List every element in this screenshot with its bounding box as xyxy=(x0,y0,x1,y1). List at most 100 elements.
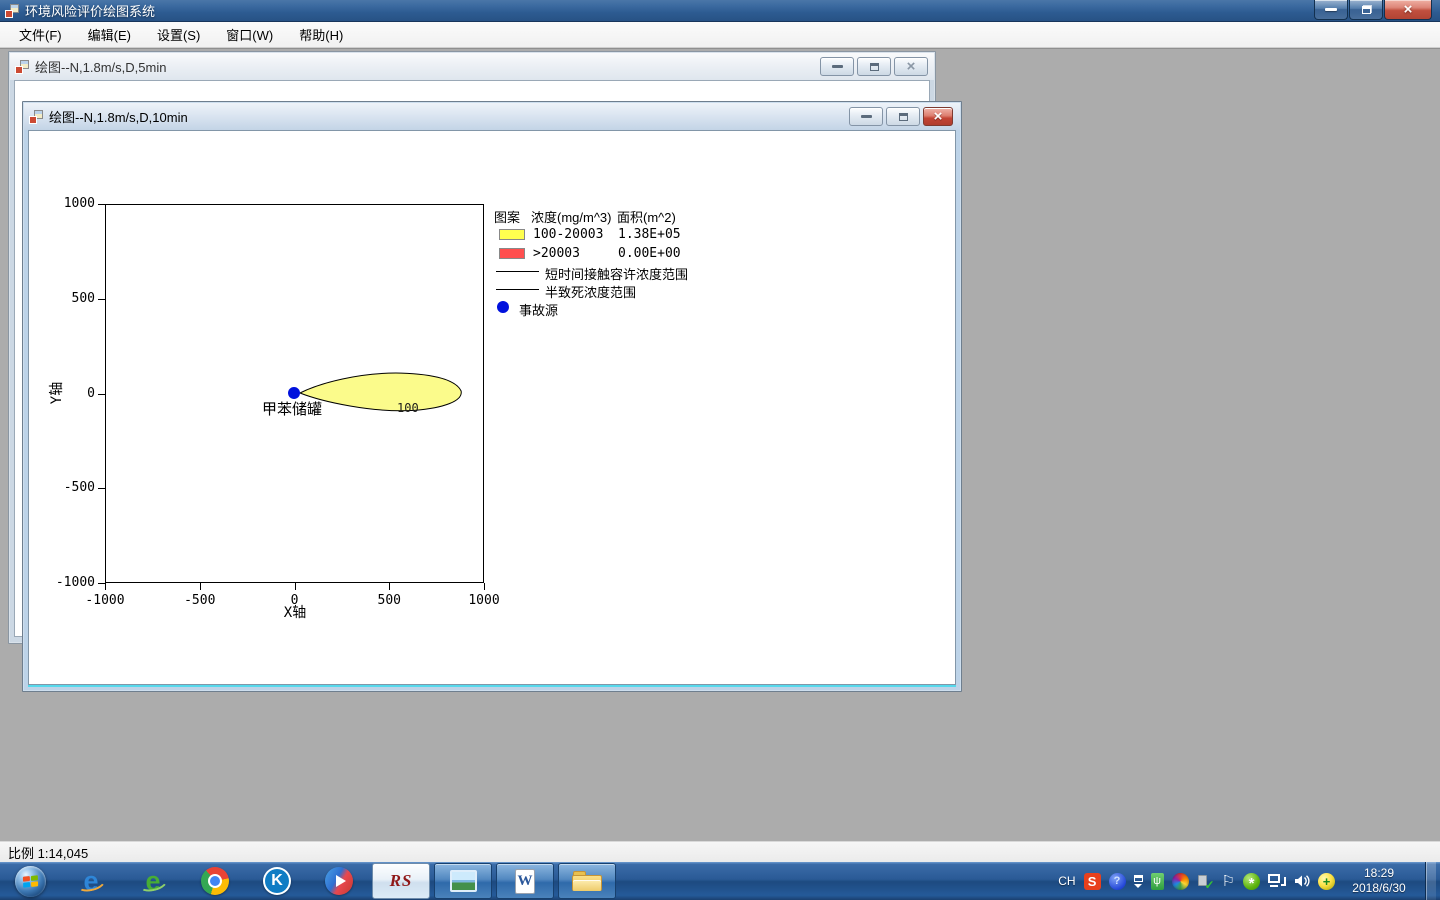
safely-remove-hardware-icon[interactable]: ✓ xyxy=(1197,873,1215,892)
y-tick-mark xyxy=(98,488,105,490)
taskbar: e e K RS W CH S ? ψ ✓ ⚐ * + 18:29 2018/6… xyxy=(0,862,1440,900)
network-icon[interactable] xyxy=(1268,873,1286,889)
minimize-icon xyxy=(831,65,843,68)
rs-app-icon: RS xyxy=(389,871,413,890)
window-10min-title: 绘图--N,1.8m/s,D,10min xyxy=(49,110,188,125)
volume-icon[interactable] xyxy=(1294,873,1310,889)
app-close-button[interactable]: × xyxy=(1384,0,1432,20)
mdi-area: 绘图--N,1.8m/s,D,5min × 绘图--N,1.8m/s,D,10m… xyxy=(0,48,1440,841)
plot-area xyxy=(105,204,484,583)
app-minimize-button[interactable] xyxy=(1314,0,1348,20)
y-tick-mark xyxy=(98,204,105,205)
window-10min-maximize-button[interactable] xyxy=(886,107,920,126)
legend-area-2: 0.00E+00 xyxy=(618,246,681,261)
window-5min-minimize-button[interactable] xyxy=(820,57,854,76)
window-10min: 绘图--N,1.8m/s,D,10min × 甲苯储罐 100 X轴 Y轴 图案… xyxy=(22,101,962,692)
legend-range-1: 100-20003 xyxy=(533,227,604,242)
legend-header-concentration: 浓度(mg/m^3) xyxy=(531,210,612,225)
show-hidden-icons-button[interactable] xyxy=(1133,874,1143,888)
legend-line-label-1: 短时间接触容许浓度范围 xyxy=(545,267,689,282)
contour-value-label: 100 xyxy=(397,401,419,415)
k-player-icon: K xyxy=(263,867,291,895)
legend-swatch-red xyxy=(499,248,525,259)
window-10min-titlebar[interactable]: 绘图--N,1.8m/s,D,10min × xyxy=(24,103,960,130)
internet-explorer-icon: e xyxy=(74,866,108,896)
y-tick-label: -500 xyxy=(63,480,95,496)
menu-window[interactable]: 窗口(W) xyxy=(213,21,286,48)
x-tick-mark xyxy=(484,583,485,590)
windows-start-icon xyxy=(14,865,46,897)
plume-plot-svg xyxy=(288,372,462,412)
app-restore-button[interactable] xyxy=(1349,0,1383,20)
taskbar-app-word[interactable]: W xyxy=(496,863,554,899)
y-tick-label: 500 xyxy=(71,290,95,306)
x-tick-label: -500 xyxy=(184,593,216,608)
maximize-icon xyxy=(898,112,908,121)
app-title: 环境风险评价绘图系统 xyxy=(25,4,156,19)
y-tick-label: 0 xyxy=(87,385,95,401)
360-safe-icon[interactable]: * xyxy=(1243,872,1260,892)
x-tick-mark xyxy=(294,583,296,590)
taskbar-item-k-player[interactable]: K xyxy=(246,862,308,900)
close-icon: × xyxy=(933,107,943,125)
taskbar-clock[interactable]: 18:29 2018/6/30 xyxy=(1343,866,1415,896)
minimize-icon xyxy=(1325,8,1337,11)
window-5min-maximize-button[interactable] xyxy=(857,57,891,76)
menu-edit[interactable]: 编辑(E) xyxy=(75,21,144,48)
legend-line-sample-2 xyxy=(496,289,539,290)
photo-viewer-icon xyxy=(449,870,477,892)
legend-header-pattern: 图案 xyxy=(494,210,521,225)
start-button[interactable] xyxy=(0,862,60,900)
legend-range-2: >20003 xyxy=(533,246,580,261)
window-10min-close-button[interactable]: × xyxy=(923,107,953,126)
menu-file[interactable]: 文件(F) xyxy=(6,21,75,48)
menu-settings[interactable]: 设置(S) xyxy=(144,21,213,48)
sogou-input-icon[interactable]: S xyxy=(1083,872,1101,890)
action-center-flag-icon[interactable]: ⚐ xyxy=(1222,873,1235,890)
plume-contour xyxy=(298,372,462,412)
folder-icon xyxy=(572,869,602,893)
y-tick-label: -1000 xyxy=(55,575,95,590)
taskbar-app-file-explorer[interactable] xyxy=(558,863,616,899)
dispersion-chart: 甲苯储罐 100 X轴 Y轴 图案 浓度(mg/m^3) 面积(m^2) 100… xyxy=(29,131,955,684)
taskbar-item-media-player[interactable] xyxy=(308,862,370,900)
show-desktop-button[interactable] xyxy=(1425,862,1436,900)
taskbar-item-chrome[interactable] xyxy=(184,862,246,900)
legend-line-sample-1 xyxy=(496,271,539,272)
statusbar: 比例 1:14,045 xyxy=(0,841,1440,862)
window-5min-titlebar[interactable]: 绘图--N,1.8m/s,D,5min × xyxy=(10,53,934,80)
legend-line-label-2: 半致死浓度范围 xyxy=(545,285,637,300)
word-icon: W xyxy=(515,868,535,894)
window-5min-title: 绘图--N,1.8m/s,D,5min xyxy=(35,60,167,75)
window-5min-close-button[interactable]: × xyxy=(894,57,928,76)
scale-indicator: 比例 1:14,045 xyxy=(8,845,89,861)
clock-date: 2018/6/30 xyxy=(1352,881,1406,895)
app-titlebar[interactable]: 环境风险评价绘图系统 × xyxy=(0,0,1440,22)
taskbar-item-360-browser[interactable]: e xyxy=(122,862,184,900)
antivirus-shield-icon[interactable]: + xyxy=(1318,872,1335,890)
close-icon: × xyxy=(1403,0,1413,18)
chrome-icon xyxy=(201,867,229,895)
legend-swatch-yellow xyxy=(499,229,525,240)
legend-source-label: 事故源 xyxy=(519,303,559,318)
y-tick-mark xyxy=(98,393,105,395)
app-icon xyxy=(5,3,19,18)
x-tick-mark xyxy=(199,583,201,590)
menu-help[interactable]: 帮助(H) xyxy=(286,21,356,48)
defender-globe-icon[interactable] xyxy=(1171,872,1189,890)
window-10min-client: 甲苯储罐 100 X轴 Y轴 图案 浓度(mg/m^3) 面积(m^2) 100… xyxy=(28,130,956,685)
window-5min-icon xyxy=(15,59,29,74)
system-tray: CH S ? ψ ✓ ⚐ * + 18:29 2018/6/30 xyxy=(1058,862,1440,900)
language-indicator[interactable]: CH xyxy=(1058,874,1075,888)
close-icon: × xyxy=(906,57,916,75)
window-10min-minimize-button[interactable] xyxy=(849,107,883,126)
x-tick-mark xyxy=(105,583,106,590)
taskbar-app-image-viewer[interactable] xyxy=(434,863,492,899)
help-icon[interactable]: ? xyxy=(1108,872,1126,890)
usb-drive-icon[interactable]: ψ xyxy=(1150,872,1164,890)
taskbar-item-internet-explorer[interactable]: e xyxy=(60,862,122,900)
legend-area-1: 1.38E+05 xyxy=(618,227,681,242)
taskbar-app-risk-system[interactable]: RS xyxy=(372,863,430,899)
clock-time: 18:29 xyxy=(1363,866,1395,880)
legend-header-area: 面积(m^2) xyxy=(617,210,676,225)
